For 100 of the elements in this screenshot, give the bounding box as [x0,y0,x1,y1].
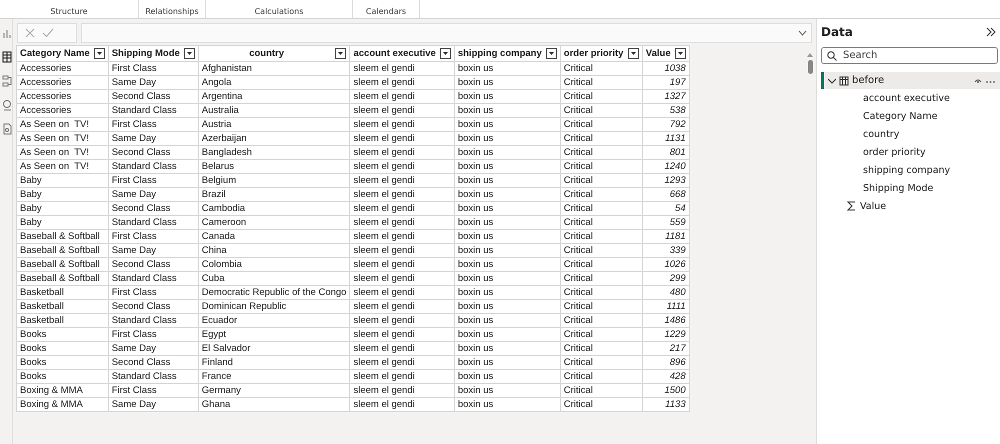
table-cell: boxin us [454,384,560,398]
filter-dropdown-button[interactable] [674,48,686,59]
table-cell: Same Day [108,76,198,90]
table-cell: sleem el gendi [350,258,454,272]
table-cell: sleem el gendi [350,132,454,146]
filter-dropdown-button[interactable] [546,48,557,59]
column-header[interactable]: shipping company [454,46,560,62]
column-header[interactable]: country [198,46,350,62]
table-cell: boxin us [454,286,560,300]
column-header[interactable]: Category Name [16,46,108,62]
document-search-icon[interactable] [2,123,12,135]
table-cell: China [198,244,350,258]
table-cell: Ghana [198,398,350,412]
table-cell: boxin us [454,76,560,90]
table-cell: Second Class [108,300,198,314]
table-cell: sleem el gendi [350,342,454,356]
table-cell: Bangladesh [198,146,350,160]
table-cell: boxin us [454,314,560,328]
chevron-down-icon [828,78,836,84]
filter-dropdown-button[interactable] [440,48,451,59]
table-cell: Critical [560,258,642,272]
filter-dropdown-button[interactable] [184,48,195,59]
search-field[interactable]: Search [821,47,998,64]
filter-dropdown-button[interactable] [335,48,346,59]
field-item[interactable]: order priority [863,146,926,158]
column-title: country [248,48,286,59]
field-item[interactable]: country [863,128,900,140]
table-cell: boxin us [454,230,560,244]
field-item[interactable]: Shipping Mode [863,182,934,194]
table-cell: Baby [16,202,108,216]
filter-dropdown-button[interactable] [628,48,639,59]
table-cell: boxin us [454,118,560,132]
table-cell: boxin us [454,132,560,146]
scrollbar-thumb[interactable] [808,60,812,74]
column-title: order priority [564,48,624,59]
triangle-down-icon [186,52,192,55]
table-cell: boxin us [454,216,560,230]
table-cell: First Class [108,384,198,398]
table-cell: boxin us [454,62,560,76]
table-cell: Accessories [16,90,108,104]
visibility-more-icon[interactable] [974,78,996,84]
field-item[interactable]: account executive [863,92,950,104]
column-header[interactable]: Shipping Mode [108,46,198,62]
table-cell: Basketball [16,300,108,314]
ribbon-group-label: Calculations [206,0,353,18]
model-icon[interactable] [2,75,12,87]
field-item[interactable]: Category Name [863,110,938,122]
table-cell: boxin us [454,328,560,342]
table-cell: Democratic Republic of the Congo [198,286,350,300]
table-cell: Critical [560,272,642,286]
field-item[interactable]: Value [860,200,886,212]
filter-dropdown-button[interactable] [94,48,105,59]
collapse-icon[interactable] [986,27,996,37]
table-cell: Critical [560,188,642,202]
table-cell: 480 [642,286,690,300]
table-cell: Azerbaijan [198,132,350,146]
column-header[interactable]: Value [642,46,690,62]
table-cell: Colombia [198,258,350,272]
table-cell: sleem el gendi [350,146,454,160]
table-cell: Standard Class [108,216,198,230]
triangle-down-icon [442,52,448,55]
table-icon[interactable] [2,51,12,63]
ribbon-group-label: Structure [0,0,139,18]
bar-chart-icon[interactable] [2,27,12,39]
column-header[interactable]: order priority [560,46,642,62]
triangle-down-icon [630,52,636,55]
table-cell: boxin us [454,272,560,286]
table-cell: Critical [560,76,642,90]
table-cell: First Class [108,118,198,132]
table-cell: sleem el gendi [350,286,454,300]
table-cell: sleem el gendi [350,188,454,202]
table-cell: sleem el gendi [350,202,454,216]
table-cell: Standard Class [108,314,198,328]
table-cell: Canada [198,230,350,244]
table-cell: Baseball & Softball [16,244,108,258]
table-cell: Accessories [16,104,108,118]
triangle-down-icon [338,52,344,55]
table-cell: sleem el gendi [350,216,454,230]
formula-field[interactable] [81,23,812,43]
table-item[interactable]: before [821,72,1000,89]
table-cell: 559 [642,216,690,230]
query-icon[interactable] [2,99,12,111]
chevron-down-icon[interactable] [798,30,807,36]
table-cell: 1133 [642,398,690,412]
field-item[interactable]: shipping company [863,164,950,176]
table-cell: sleem el gendi [350,370,454,384]
table-cell: Second Class [108,90,198,104]
table-cell: boxin us [454,174,560,188]
table-cell: Critical [560,314,642,328]
search-icon [827,51,837,61]
table-cell: Baseball & Softball [16,230,108,244]
table-cell: Belgium [198,174,350,188]
scroll-up-icon[interactable] [807,53,813,57]
table-cell: Critical [560,132,642,146]
table-cell: Angola [198,76,350,90]
table-cell: boxin us [454,146,560,160]
table-cell: Finland [198,356,350,370]
table-cell: 792 [642,118,690,132]
table-cell: Same Day [108,342,198,356]
column-header[interactable]: account executive [350,46,454,62]
